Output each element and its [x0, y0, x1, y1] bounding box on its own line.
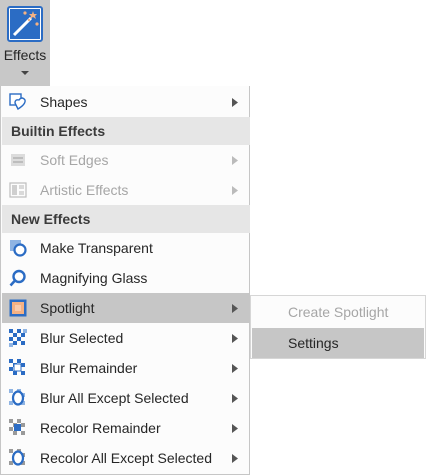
blur-all-except-icon: [9, 389, 25, 406]
soft-edges-icon: [11, 154, 25, 166]
shapes-icon: [9, 93, 26, 111]
menu-item-label: Recolor Remainder: [40, 420, 161, 436]
menu-item-label: Blur All Except Selected: [40, 390, 189, 406]
submenu-item-label: Create Spotlight: [288, 304, 389, 320]
section-header-label: Builtin Effects: [11, 123, 106, 139]
menu-item-label: Blur Remainder: [40, 360, 138, 376]
magic-wand-icon: [7, 6, 43, 42]
chevron-right-icon: [232, 454, 238, 463]
submenu-item-create-spotlight[interactable]: Create Spotlight: [252, 297, 424, 327]
menu-item-shapes[interactable]: Shapes: [2, 87, 250, 117]
menu-item-make-transparent[interactable]: Make Transparent: [2, 233, 250, 263]
menu-item-label: Make Transparent: [40, 240, 153, 256]
magnifying-glass-icon: [9, 269, 26, 287]
menu-item-magnifying-glass[interactable]: Magnifying Glass: [2, 263, 250, 293]
submenu-item-label: Settings: [288, 335, 339, 351]
chevron-right-icon: [232, 98, 238, 107]
effects-label: Effects: [3, 47, 47, 63]
artistic-effects-icon: [9, 182, 27, 198]
menu-item-blur-remainder[interactable]: Blur Remainder: [2, 353, 250, 383]
menu-item-label: Shapes: [40, 94, 88, 110]
menu-item-label: Soft Edges: [40, 152, 109, 168]
effects-menu: Shapes Builtin Effects Soft Edges Artist…: [0, 86, 250, 475]
recolor-all-except-icon: [9, 449, 25, 466]
section-header-new: New Effects: [2, 205, 250, 233]
make-transparent-icon: [10, 240, 27, 257]
blur-remainder-icon: [9, 359, 25, 375]
spotlight-submenu: Create Spotlight Settings: [250, 295, 426, 359]
chevron-right-icon: [232, 186, 238, 195]
section-header-label: New Effects: [11, 211, 91, 227]
menu-item-recolor-remainder[interactable]: Recolor Remainder: [2, 413, 250, 443]
menu-item-recolor-all-except-selected[interactable]: Recolor All Except Selected: [2, 443, 250, 473]
menu-item-artistic-effects[interactable]: Artistic Effects: [2, 175, 250, 205]
menu-item-blur-selected[interactable]: Blur Selected: [2, 323, 250, 353]
spotlight-icon: [9, 299, 27, 317]
chevron-right-icon: [232, 364, 238, 373]
menu-item-label: Recolor All Except Selected: [40, 450, 212, 466]
chevron-right-icon: [232, 424, 238, 433]
chevron-right-icon: [232, 304, 238, 313]
menu-item-label: Blur Selected: [40, 330, 124, 346]
menu-item-spotlight[interactable]: Spotlight: [2, 293, 250, 323]
blur-selected-icon: [9, 329, 27, 347]
menu-item-soft-edges[interactable]: Soft Edges: [2, 145, 250, 175]
recolor-remainder-icon: [9, 419, 25, 435]
chevron-right-icon: [232, 394, 238, 403]
chevron-right-icon: [232, 334, 238, 343]
chevron-down-icon: [21, 71, 29, 75]
menu-item-blur-all-except-selected[interactable]: Blur All Except Selected: [2, 383, 250, 413]
section-header-builtin: Builtin Effects: [2, 117, 250, 145]
chevron-right-icon: [232, 156, 238, 165]
submenu-item-settings[interactable]: Settings: [252, 328, 424, 358]
effects-ribbon-button[interactable]: Effects: [0, 0, 50, 86]
menu-item-label: Spotlight: [40, 300, 95, 316]
menu-item-label: Magnifying Glass: [40, 270, 148, 286]
menu-item-label: Artistic Effects: [40, 182, 129, 198]
